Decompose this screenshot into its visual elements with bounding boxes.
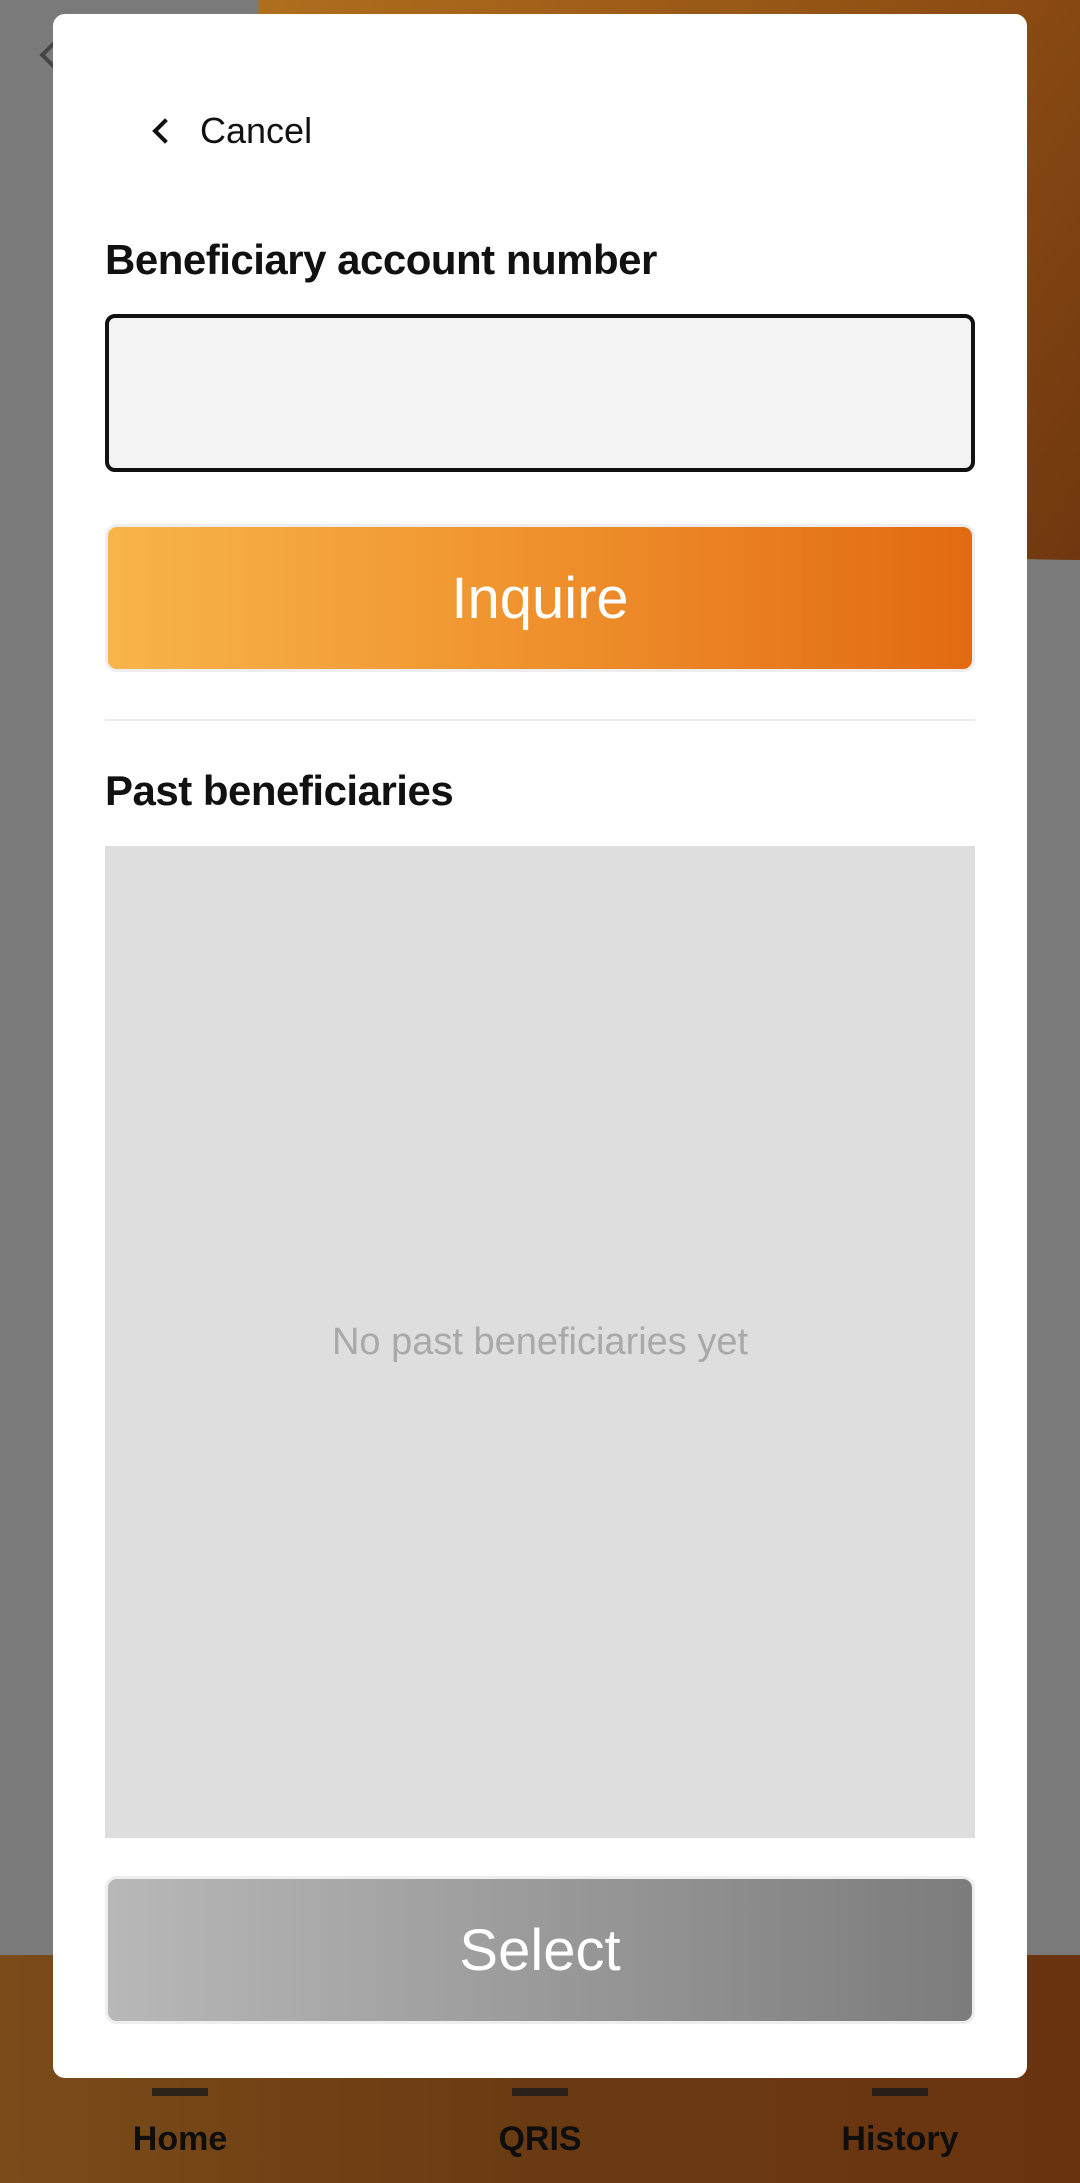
nav-item-history-label: History	[841, 2120, 959, 2158]
nav-item-qris-label: QRIS	[498, 2120, 582, 2158]
select-button[interactable]: Select	[105, 1876, 975, 2024]
history-icon	[872, 2076, 928, 2096]
account-number-label: Beneficiary account number	[105, 236, 657, 283]
past-beneficiaries-label: Past beneficiaries	[105, 767, 454, 814]
beneficiary-modal: Cancel Beneficiary account number Inquir…	[53, 14, 1027, 2078]
home-icon	[152, 2076, 208, 2096]
cancel-label: Cancel	[200, 110, 313, 151]
nav-item-home[interactable]: Home	[60, 2076, 300, 2159]
inquire-button[interactable]: Inquire	[105, 524, 975, 672]
empty-state-text: No past beneficiaries yet	[331, 1320, 749, 1363]
nav-item-home-label: Home	[132, 2120, 228, 2158]
past-beneficiaries-list[interactable]: No past beneficiaries yet	[105, 846, 975, 1838]
section-divider	[105, 719, 975, 721]
nav-item-history[interactable]: History	[780, 2076, 1020, 2159]
nav-item-qris[interactable]: QRIS	[420, 2076, 660, 2159]
qris-icon	[512, 2076, 568, 2096]
account-number-input[interactable]	[105, 314, 975, 472]
chevron-left-icon	[152, 118, 178, 144]
cancel-button[interactable]: Cancel	[148, 110, 312, 152]
